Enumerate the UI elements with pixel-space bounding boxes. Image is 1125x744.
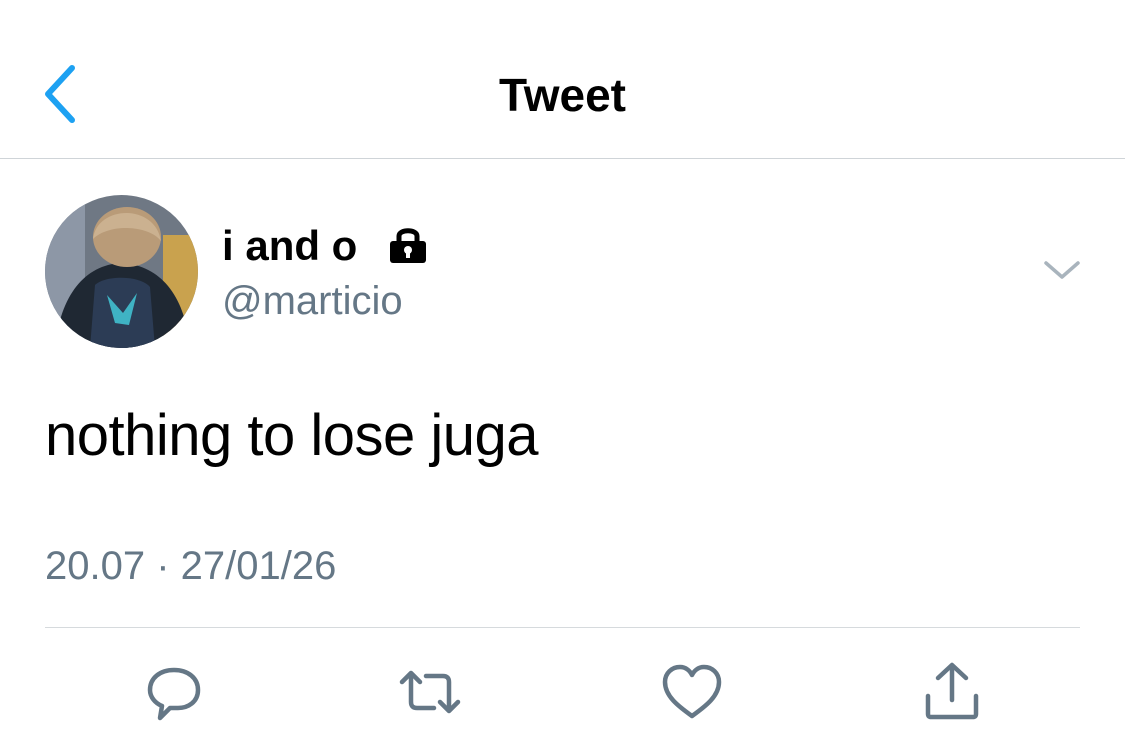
author-display-name[interactable]: i and o [222, 220, 357, 272]
reply-button[interactable] [144, 660, 208, 724]
reply-icon [147, 667, 201, 721]
tweet-menu-button[interactable] [1040, 255, 1084, 285]
tweet-timestamp[interactable]: 20.07 · 27/01/26 [45, 540, 336, 592]
share-button[interactable] [920, 660, 984, 724]
retweet-icon [399, 670, 461, 714]
divider [45, 627, 1080, 628]
share-icon [925, 662, 979, 720]
heart-icon [662, 664, 722, 719]
chevron-down-icon [1044, 261, 1080, 279]
avatar-image [45, 195, 198, 348]
author-handle[interactable]: @marticio [222, 276, 403, 326]
page-title: Tweet [499, 69, 626, 121]
retweet-button[interactable] [398, 660, 462, 724]
like-button[interactable] [660, 660, 724, 724]
navigation-bar: Tweet [0, 0, 1125, 159]
lock-icon [386, 222, 430, 266]
avatar[interactable] [45, 195, 198, 348]
tweet-text: nothing to lose juga [45, 403, 539, 468]
